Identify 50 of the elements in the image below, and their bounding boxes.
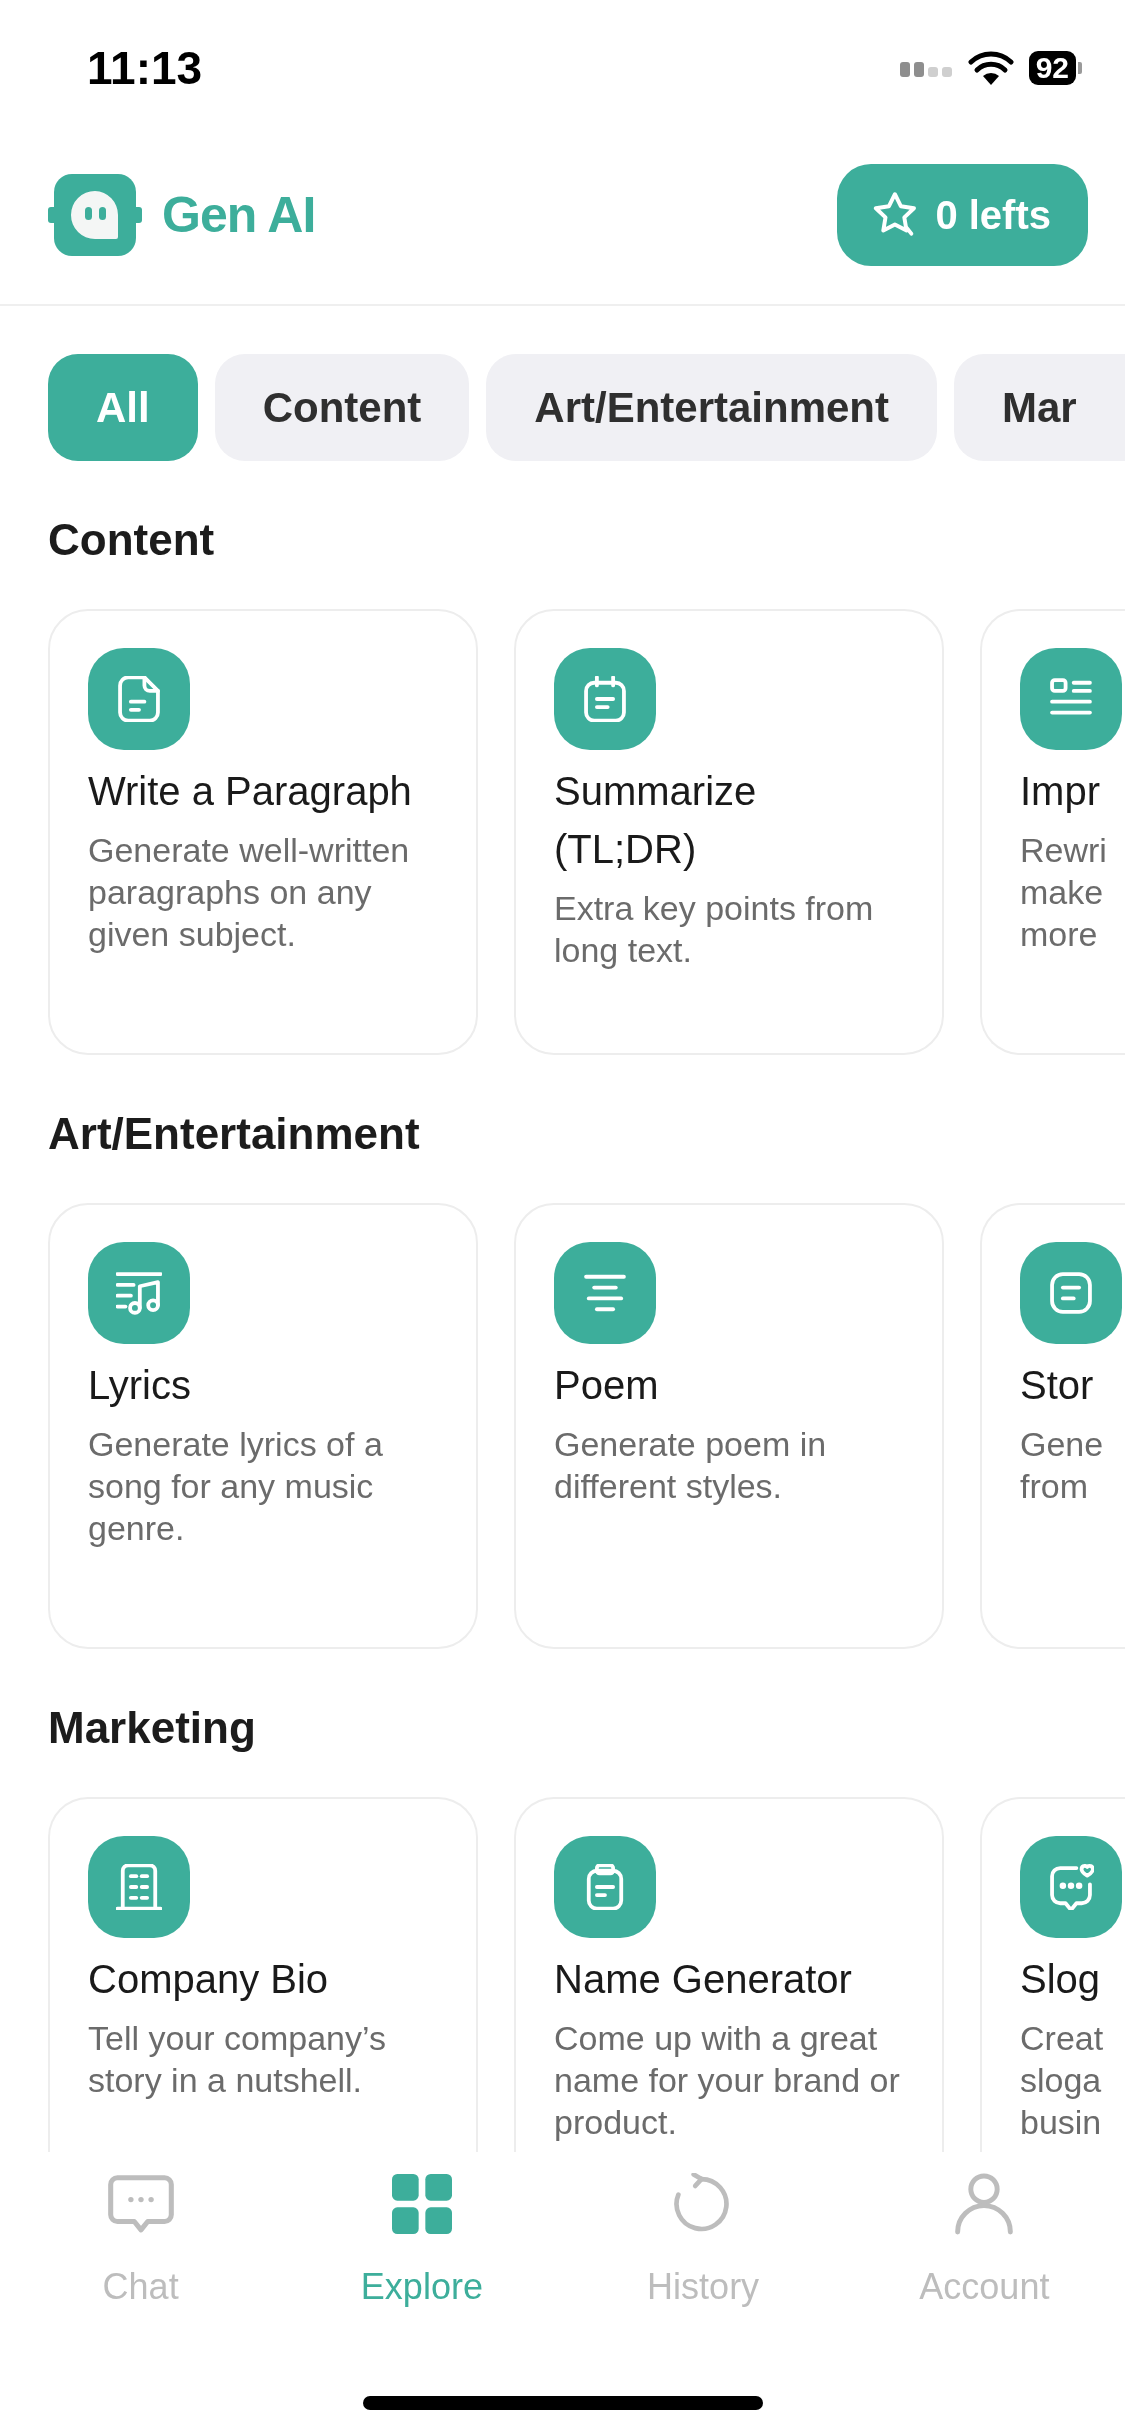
card-description: Extra key points from long text. [554, 888, 875, 971]
chat-icon [107, 2175, 174, 2233]
tool-card[interactable]: Impr Rewri make more [980, 609, 1125, 1055]
app-name: Gen AI [162, 186, 316, 245]
chat-heart-icon [1020, 1836, 1122, 1938]
card-title: Stor [1020, 1362, 1094, 1409]
card-title: Poem [554, 1362, 659, 1409]
category-tab[interactable]: Art/Entertainment [486, 354, 937, 461]
clipboard-icon [554, 1836, 656, 1938]
calendar-note-icon [554, 648, 656, 750]
building-icon [88, 1836, 190, 1938]
section-heading: Marketing [48, 1702, 256, 1754]
tool-card[interactable]: Company Bio Tell your company’s story in a nutshell. [48, 1797, 478, 2152]
card-description: Generate poem in different styles. [554, 1424, 828, 1507]
wifi-icon [967, 51, 1014, 85]
music-list-icon [88, 1242, 190, 1344]
card-title: Lyrics [88, 1362, 191, 1409]
card-description: Creat sloga busin [1020, 2018, 1105, 2143]
card-description: Generate well-written paragraphs on any given subject. [88, 830, 411, 955]
tool-card[interactable]: Poem Generate poem in different styles. [514, 1203, 944, 1649]
tool-card[interactable]: Summarize (TL;DR) Extra key points from long text. [514, 609, 944, 1055]
category-tab[interactable]: Mar [954, 354, 1125, 461]
card-description: Come up with a great name for your brand or product. [554, 2018, 901, 2143]
app-logo-icon [48, 174, 142, 256]
card-title: Slog [1020, 1956, 1101, 2003]
category-tab[interactable]: Content [214, 354, 470, 461]
tool-card[interactable]: Name Generator Come up with a great name for your brand or product. [514, 1797, 944, 2152]
document-icon [88, 648, 190, 750]
card-title: Summarize (TL;DR) [554, 768, 758, 873]
article-layout-icon [1020, 648, 1122, 750]
tool-card[interactable]: Stor Gene from [980, 1203, 1125, 1649]
section-heading: Content [48, 514, 215, 566]
card-description: Generate lyrics of a song for any music genre. [88, 1424, 384, 1549]
card-description: Rewri make more [1020, 830, 1108, 955]
tool-card[interactable]: Slog Creat sloga busin [980, 1797, 1125, 2152]
tool-card[interactable]: Lyrics Generate lyrics of a song for any music genre. [48, 1203, 478, 1649]
card-title: Write a Paragraph [88, 768, 412, 815]
card-title: Impr [1020, 768, 1100, 815]
tool-card[interactable]: Write a Paragraph Generate well-written paragraphs on any given subject. [48, 609, 478, 1055]
card-title: Company Bio [88, 1956, 329, 2003]
card-title: Name Generator [554, 1956, 852, 2003]
signal-icon [899, 59, 953, 77]
status-time: 11:13 [87, 41, 203, 96]
user-icon [955, 2173, 1014, 2235]
battery-indicator: 92 [1028, 51, 1082, 85]
section-heading: Art/Entertainment [48, 1108, 420, 1160]
card-description: Gene from [1020, 1424, 1105, 1507]
grid-icon [391, 2174, 452, 2234]
card-description: Tell your company’s story in a nutshell. [88, 2018, 387, 2101]
align-center-icon [554, 1242, 656, 1344]
